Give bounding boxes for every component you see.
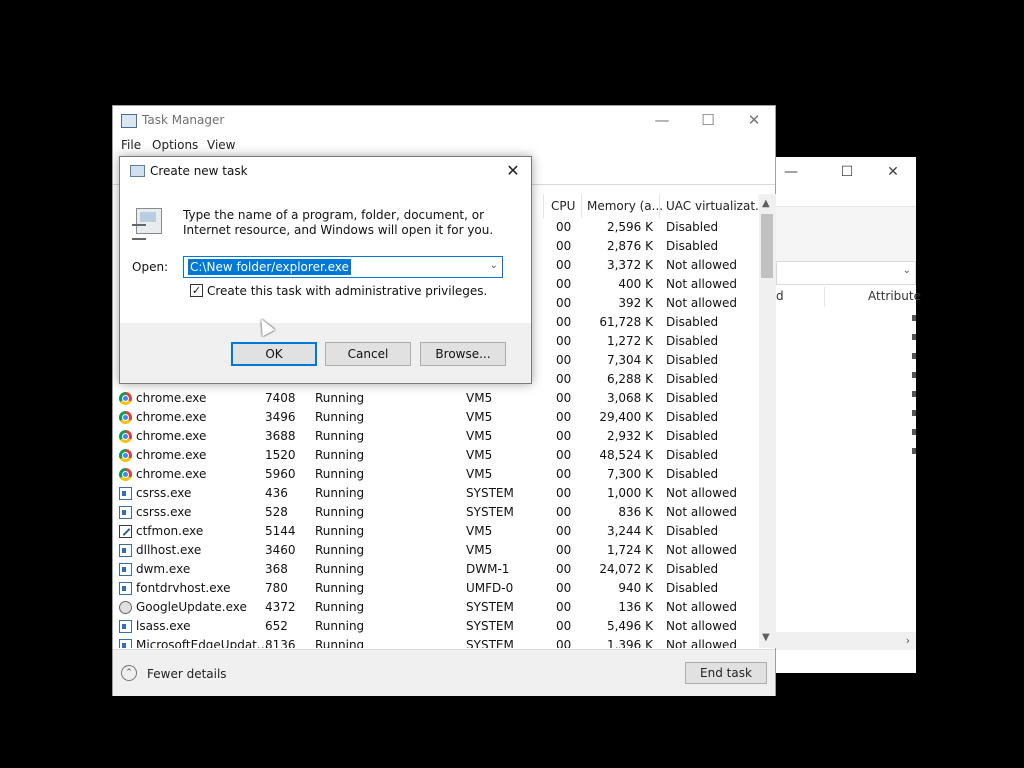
window-icon bbox=[130, 165, 145, 177]
menu-view[interactable]: View bbox=[207, 138, 235, 152]
maximize-icon[interactable]: ☐ bbox=[685, 106, 731, 136]
chevron-right-icon[interactable]: › bbox=[906, 634, 910, 647]
title-bar[interactable]: Task Manager — ☐ ✕ bbox=[113, 106, 775, 136]
column-header-uac[interactable]: UAC virtualizat... bbox=[666, 194, 766, 218]
dialog-title: Create new task bbox=[150, 164, 248, 178]
table-row[interactable]: lsass.exe 652 Running SYSTEM 00 5,496 K … bbox=[113, 617, 759, 636]
fewer-details-link[interactable]: Fewer details bbox=[147, 667, 227, 681]
table-row[interactable]: chrome.exe 5960 Running VM5 00 7,300 K D… bbox=[113, 465, 759, 484]
close-icon[interactable]: ✕ bbox=[731, 106, 777, 136]
column-header-attributes[interactable]: Attribute bbox=[868, 289, 921, 303]
background-explorer-window: — ☐ ✕ ⌄ d Attribute › bbox=[776, 157, 921, 673]
table-row[interactable]: chrome.exe 7408 Running VM5 00 3,068 K D… bbox=[113, 389, 759, 408]
task-manager-icon bbox=[121, 114, 137, 128]
column-header-fragment[interactable]: d bbox=[776, 289, 784, 303]
chevron-down-icon[interactable]: ⌄ bbox=[903, 265, 911, 276]
vertical-scrollbar[interactable]: ▲ ▼ bbox=[759, 194, 776, 648]
horizontal-scrollbar[interactable]: › bbox=[776, 632, 916, 650]
open-label: Open: bbox=[132, 260, 169, 274]
service-icon bbox=[119, 639, 132, 648]
minimize-icon[interactable]: — bbox=[639, 106, 685, 136]
service-icon bbox=[119, 563, 132, 576]
scroll-up-icon[interactable]: ▲ bbox=[762, 198, 770, 209]
table-row[interactable]: chrome.exe 3496 Running VM5 00 29,400 K … bbox=[113, 408, 759, 427]
table-row[interactable]: chrome.exe 1520 Running VM5 00 48,524 K … bbox=[113, 446, 759, 465]
service-icon bbox=[119, 487, 132, 500]
chrome-icon bbox=[119, 449, 132, 462]
table-row[interactable]: dwm.exe 368 Running DWM-1 00 24,072 K Di… bbox=[113, 560, 759, 579]
open-input-value[interactable]: C:\New folder/explorer.exe bbox=[188, 259, 351, 275]
close-icon[interactable]: ✕ bbox=[496, 157, 530, 187]
chrome-icon bbox=[119, 411, 132, 424]
cancel-button[interactable]: Cancel bbox=[325, 342, 411, 366]
table-row[interactable]: csrss.exe 436 Running SYSTEM 00 1,000 K … bbox=[113, 484, 759, 503]
column-header-cpu[interactable]: CPU bbox=[551, 194, 575, 218]
chrome-icon bbox=[119, 392, 132, 405]
open-combobox[interactable]: C:\New folder/explorer.exe ⌄ bbox=[183, 256, 503, 278]
dialog-description: Type the name of a program, folder, docu… bbox=[183, 208, 494, 237]
create-new-task-dialog: Create new task ✕ Type the name of a pro… bbox=[119, 156, 532, 384]
scroll-down-icon[interactable]: ▼ bbox=[762, 632, 770, 643]
service-icon bbox=[119, 544, 132, 557]
maximize-icon[interactable]: ☐ bbox=[832, 162, 862, 182]
ok-button[interactable]: OK bbox=[231, 342, 317, 366]
table-row[interactable]: GoogleUpdate.exe 4372 Running SYSTEM 00 … bbox=[113, 598, 759, 617]
browse-button[interactable]: Browse... bbox=[420, 342, 506, 366]
column-header: d Attribute bbox=[776, 287, 921, 307]
table-row[interactable]: fontdrvhost.exe 780 Running UMFD-0 00 94… bbox=[113, 579, 759, 598]
column-header-memory[interactable]: Memory (a... bbox=[587, 194, 663, 218]
table-row[interactable]: ctfmon.exe 5144 Running VM5 00 3,244 K D… bbox=[113, 522, 759, 541]
minimize-icon[interactable]: — bbox=[776, 162, 806, 182]
address-bar[interactable]: ⌄ bbox=[776, 261, 916, 285]
table-row[interactable]: MicrosoftEdgeUpdat... 8136 Running SYSTE… bbox=[113, 636, 759, 648]
chrome-icon bbox=[119, 430, 132, 443]
service-icon bbox=[119, 506, 132, 519]
close-icon[interactable]: ✕ bbox=[878, 162, 908, 182]
menu-options[interactable]: Options bbox=[152, 138, 198, 152]
google-update-icon bbox=[119, 601, 132, 614]
table-row[interactable]: csrss.exe 528 Running SYSTEM 00 836 K No… bbox=[113, 503, 759, 522]
table-row[interactable]: dllhost.exe 3460 Running VM5 00 1,724 K … bbox=[113, 541, 759, 560]
service-icon bbox=[119, 620, 132, 633]
menu-file[interactable]: File bbox=[121, 138, 141, 152]
chevron-down-icon[interactable]: ⌄ bbox=[490, 260, 498, 271]
admin-privileges-label[interactable]: Create this task with administrative pri… bbox=[207, 284, 487, 298]
table-row[interactable]: chrome.exe 3688 Running VM5 00 2,932 K D… bbox=[113, 427, 759, 446]
pen-icon bbox=[119, 525, 132, 538]
chrome-icon bbox=[119, 468, 132, 481]
footer-bar: ⌃ Fewer details End task bbox=[113, 649, 775, 696]
run-icon bbox=[132, 208, 164, 240]
service-icon bbox=[119, 582, 132, 595]
end-task-button[interactable]: End task bbox=[685, 662, 767, 684]
window-title: Task Manager bbox=[142, 113, 225, 127]
scroll-thumb[interactable] bbox=[761, 214, 773, 278]
dialog-title-bar[interactable]: Create new task ✕ bbox=[120, 157, 531, 187]
chevron-up-icon[interactable]: ⌃ bbox=[121, 665, 137, 681]
admin-privileges-checkbox[interactable]: ✓ bbox=[190, 284, 203, 297]
ribbon-area bbox=[776, 206, 916, 264]
